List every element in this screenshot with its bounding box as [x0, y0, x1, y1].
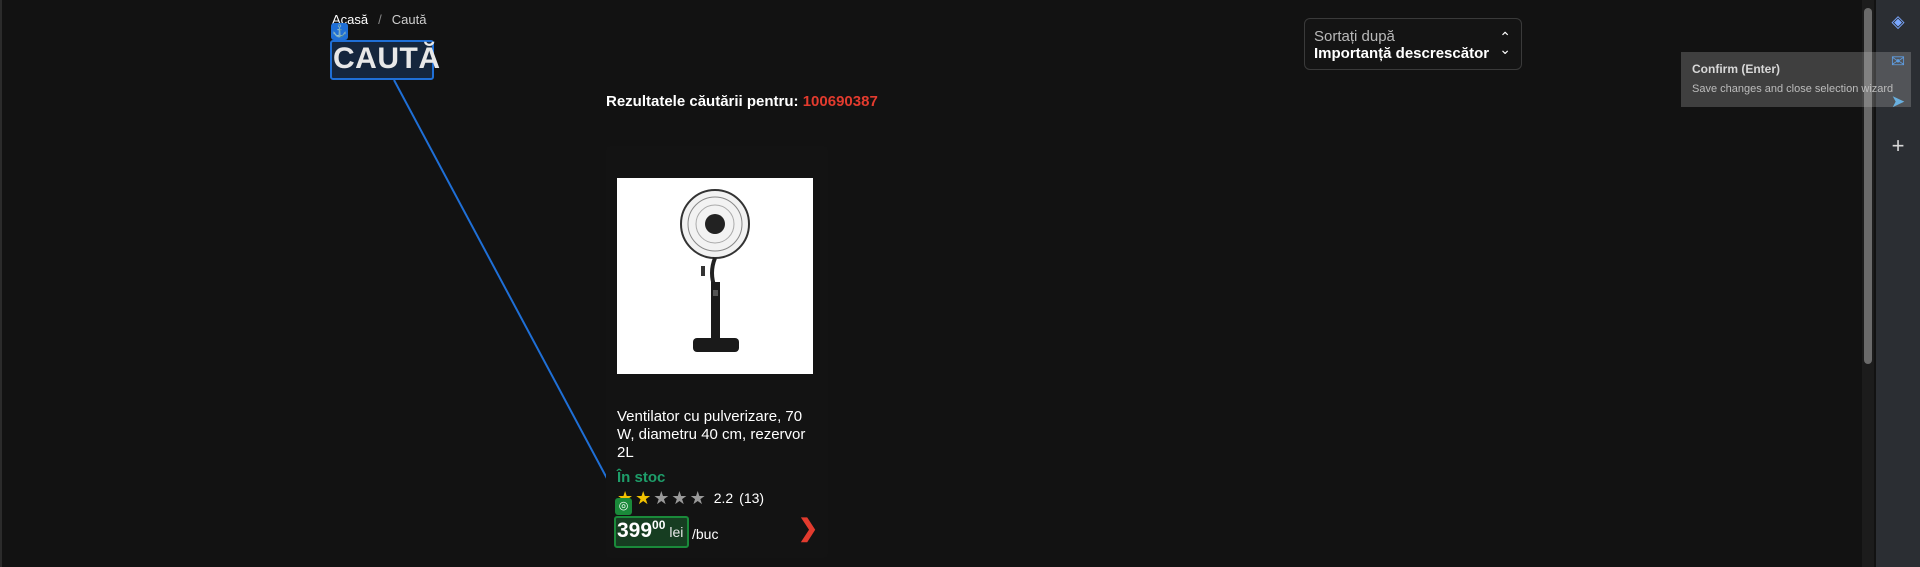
fan-illustration: [680, 189, 750, 352]
connector-line: [393, 79, 627, 515]
add-icon[interactable]: +: [1886, 134, 1910, 158]
star-filled-icon: ★: [635, 488, 652, 508]
sort-label: Sortați după: [1314, 28, 1395, 45]
star-empty-icon: ★: [653, 488, 670, 508]
tooltip-text: Save changes and close selection wizard: [1692, 83, 1894, 95]
price-integer: 399: [617, 519, 653, 542]
results-heading: Rezultatele căutării pentru: 100690387: [606, 93, 878, 110]
tooltip-title: Confirm (Enter): [1692, 62, 1780, 76]
selection-connector: [393, 79, 627, 515]
star-empty-icon: ★: [689, 488, 706, 508]
product-price: 39900 lei: [617, 518, 684, 543]
chevron-right-icon[interactable]: ❯: [798, 514, 818, 543]
rating-score: 2.2: [713, 490, 734, 506]
target-icon[interactable]: ◎: [615, 498, 632, 515]
tooltip: Confirm (Enter) Save changes and close s…: [1681, 52, 1911, 107]
results-prefix: Rezultatele căutării pentru:: [606, 93, 799, 110]
product-image[interactable]: [617, 178, 813, 374]
results-query: 100690387: [802, 93, 878, 110]
price-currency: lei: [669, 524, 684, 540]
chevron-updown-icon: ⌃ ⌄: [1499, 29, 1511, 57]
star-empty-icon: ★: [671, 488, 688, 508]
product-name[interactable]: Ventilator cu pulverizare, 70 W, diametr…: [617, 408, 817, 462]
sort-value: Importanță descrescător: [1314, 45, 1490, 62]
price-unit: /buc: [692, 526, 719, 542]
sort-dropdown[interactable]: Sortați după Importanță descrescător ⌃ ⌄: [1304, 18, 1522, 70]
stock-status: În stoc: [617, 469, 666, 486]
rating-count: (13): [739, 490, 765, 506]
price-decimals: 00: [652, 518, 666, 532]
product-rating: ★ ★ ★ ★ ★ 2.2 (13): [617, 489, 764, 507]
copilot-icon[interactable]: ◈: [1886, 10, 1910, 34]
